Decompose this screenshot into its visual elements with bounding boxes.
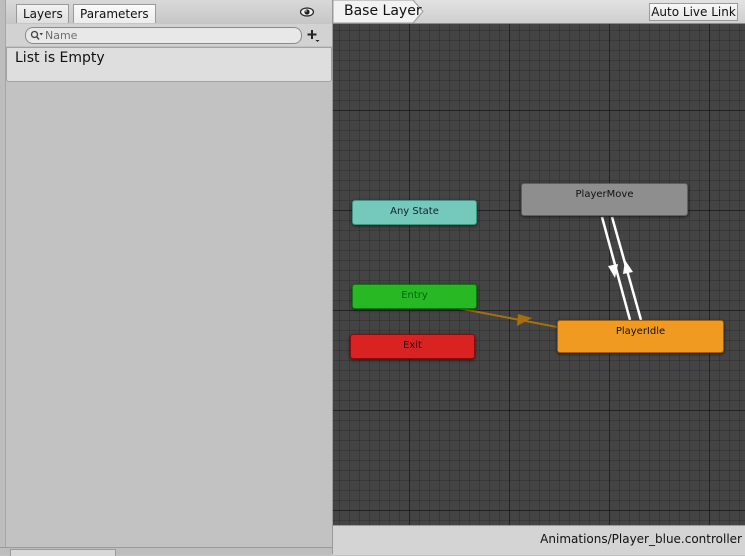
panel-edge	[0, 0, 6, 554]
search-icon[interactable]	[30, 30, 44, 41]
state-label: PlayerIdle	[615, 326, 666, 337]
state-entry[interactable]: Entry	[352, 284, 477, 309]
parameter-search-row	[6, 24, 332, 46]
controller-path: Animations/Player_blue.controller	[540, 532, 742, 546]
state-label: Any State	[390, 206, 439, 217]
parameter-list: List is Empty	[6, 47, 332, 82]
status-bar: Animations/Player_blue.controller	[333, 525, 745, 555]
animator-graph-panel: Base Layer Auto Live Link Any State Entr…	[333, 0, 745, 555]
panel-tab-bar: Layers Parameters	[6, 0, 332, 25]
transition-arrow-icon	[608, 264, 618, 278]
state-label: Exit	[403, 340, 422, 351]
transition-arrow-icon	[517, 314, 532, 326]
bottom-tab[interactable]	[10, 549, 116, 556]
breadcrumb-base-layer[interactable]: Base Layer	[344, 3, 422, 19]
state-label: Entry	[401, 290, 428, 301]
graph-toolbar: Base Layer Auto Live Link	[333, 0, 745, 24]
state-machine-canvas[interactable]: Any State Entry Exit PlayerMove PlayerId…	[333, 24, 745, 525]
state-player-move[interactable]: PlayerMove	[521, 183, 688, 216]
parameter-search-box[interactable]	[25, 27, 302, 44]
transition-layer	[456, 216, 643, 328]
transition-entry-to-playeridle[interactable]	[456, 307, 558, 328]
animator-side-panel: Layers Parameters List is Empty	[0, 0, 333, 554]
state-exit[interactable]: Exit	[350, 334, 475, 359]
eye-icon[interactable]	[300, 7, 314, 17]
add-parameter-icon[interactable]	[306, 28, 320, 42]
empty-list-message: List is Empty	[15, 50, 105, 66]
tab-parameters[interactable]: Parameters	[73, 4, 156, 23]
state-label: PlayerMove	[575, 189, 634, 200]
state-player-idle[interactable]: PlayerIdle	[557, 320, 724, 353]
parameter-search-input[interactable]	[45, 28, 295, 43]
tab-layers[interactable]: Layers	[16, 4, 69, 23]
state-any-state[interactable]: Any State	[352, 200, 477, 225]
auto-live-link-button[interactable]: Auto Live Link	[649, 3, 738, 21]
